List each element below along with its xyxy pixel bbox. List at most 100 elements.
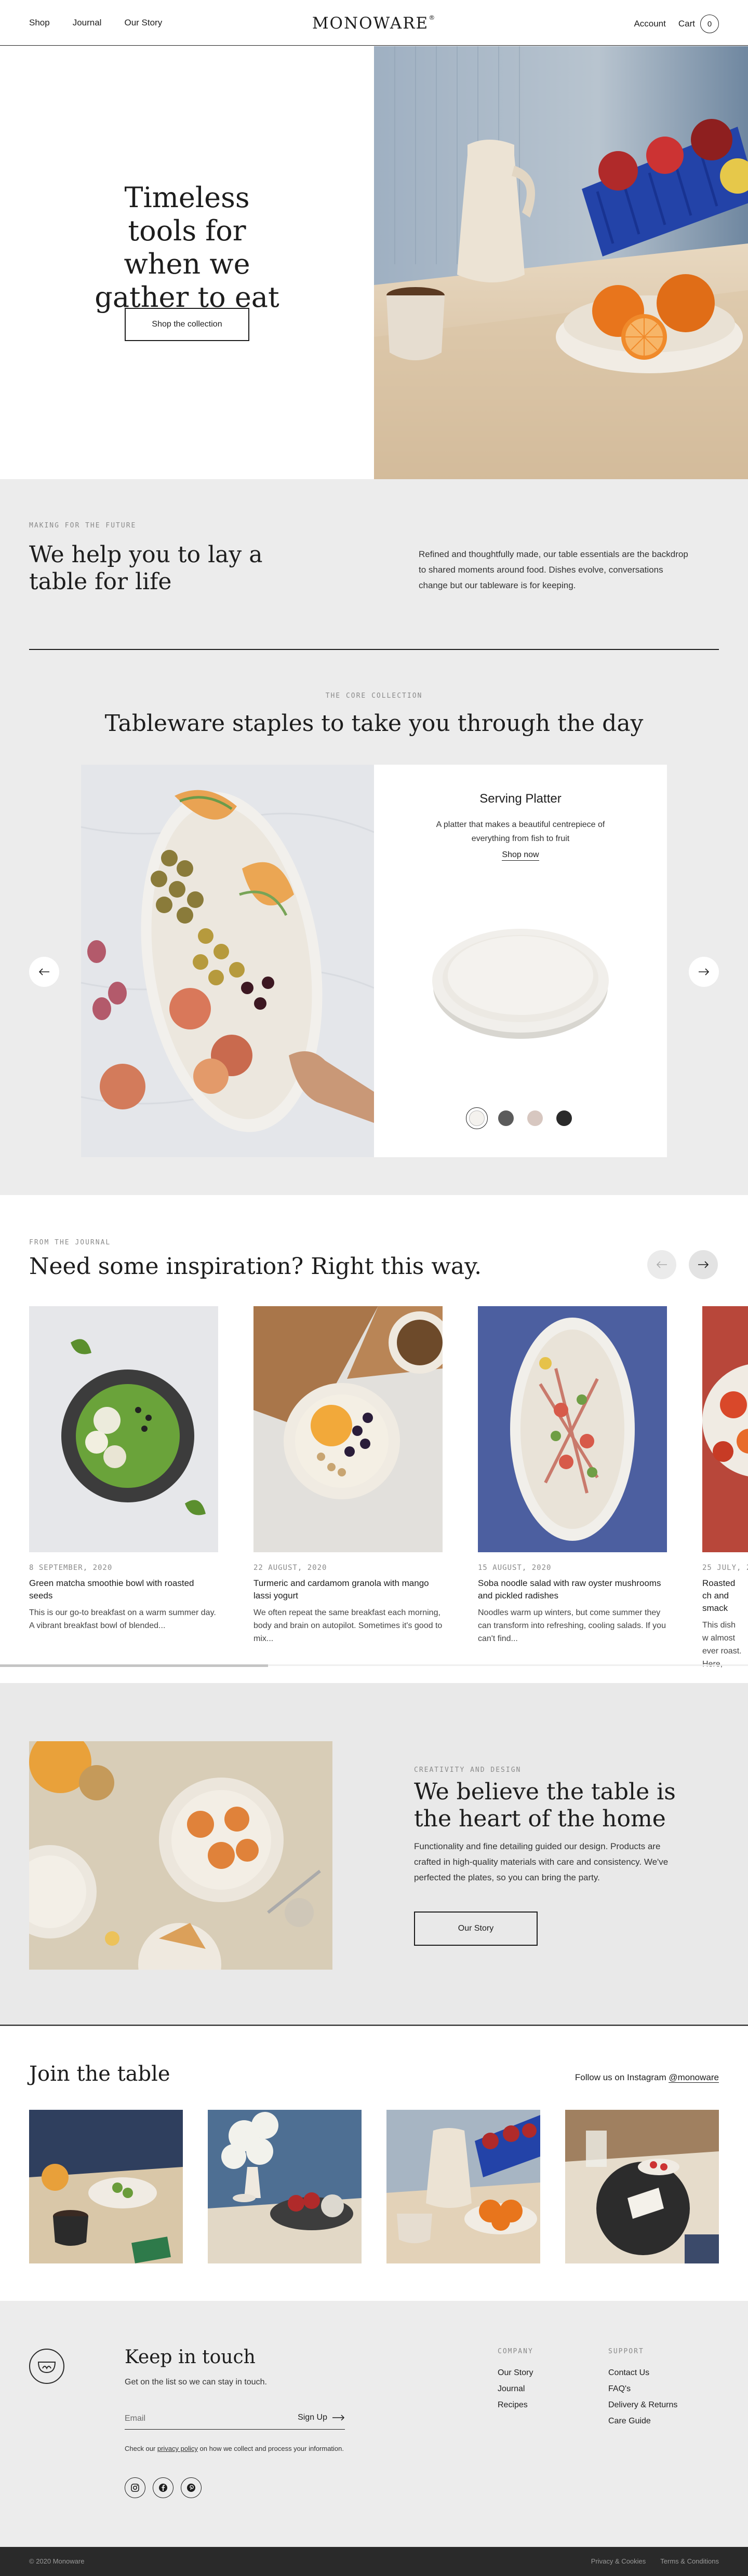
believe-eyebrow: CREATIVITY AND DESIGN: [414, 1766, 522, 1774]
email-input[interactable]: [125, 2411, 280, 2426]
company-column-title: COMPANY: [498, 2348, 533, 2355]
hero-section: Timeless tools for when we gather to eat…: [0, 46, 748, 479]
account-link[interactable]: Account: [634, 19, 665, 29]
shop-now-link[interactable]: Shop now: [374, 850, 667, 861]
sign-up-button[interactable]: Sign Up: [298, 2413, 345, 2422]
hero-content: Timeless tools for when we gather to eat…: [0, 46, 374, 479]
swatch-option-2[interactable]: [495, 1107, 517, 1129]
article-excerpt: Noodles warm up winters, but come summer…: [478, 1608, 666, 1643]
product-slide-image: [81, 765, 374, 1157]
product-description: A platter that makes a beautiful centrep…: [436, 820, 605, 843]
support-column-title: SUPPORT: [608, 2348, 644, 2355]
roasted-dish-image: [702, 1306, 748, 1552]
instagram-post[interactable]: [565, 2110, 719, 2263]
join-section: Join the table Follow us on Instagram @m…: [0, 2027, 748, 2301]
journal-scrollbar-thumb[interactable]: [0, 1664, 268, 1667]
hero-image: [374, 46, 748, 479]
privacy-suffix: on how we collect and process your infor…: [199, 2445, 344, 2452]
intro-body: Refined and thoughtfully made, our table…: [419, 549, 688, 590]
newsletter-form: Sign Up: [125, 2411, 345, 2430]
arrow-right-icon: [699, 968, 710, 975]
footer-link-recipes[interactable]: Recipes: [498, 2397, 533, 2413]
collection-eyebrow: THE CORE COLLECTION: [325, 692, 423, 700]
instagram-handle-link[interactable]: @monoware: [669, 2072, 719, 2083]
footer-link-care-guide[interactable]: Care Guide: [608, 2413, 677, 2429]
instagram-post[interactable]: [386, 2110, 540, 2263]
shop-now-label: Shop now: [502, 850, 539, 861]
social-links: [125, 2477, 202, 2498]
swatch-option-3[interactable]: [524, 1107, 546, 1129]
collection-title: Tableware staples to take you through th…: [104, 710, 644, 737]
sign-up-label: Sign Up: [298, 2413, 327, 2422]
article-date: 25 JULY, 2: [702, 1564, 748, 1572]
arrow-right-icon: [698, 1261, 709, 1268]
swatch-option-1[interactable]: [466, 1107, 488, 1129]
journal-article-card[interactable]: 15 AUGUST, 2020 Soba noodle salad with r…: [478, 1306, 667, 1645]
journal-prev-button[interactable]: [647, 1250, 676, 1279]
logo-text: MONOWARE: [312, 14, 429, 33]
hero-still-life-image: [374, 46, 748, 479]
article-excerpt: This dish w almost ever roast. Here,: [702, 1621, 742, 1669]
instagram-post[interactable]: [208, 2110, 362, 2263]
cart-link[interactable]: Cart 0: [678, 15, 719, 33]
swatch-color: [527, 1110, 543, 1126]
footer-link-contact-us[interactable]: Contact Us: [608, 2365, 677, 2381]
believe-body: Functionality and fine detailing guided …: [414, 1841, 669, 1882]
article-title: Turmeric and cardamom granola with mango…: [253, 1578, 429, 1601]
privacy-prefix: Check our: [125, 2445, 156, 2452]
instagram-image-cheese: [565, 2110, 719, 2263]
legal-links: Privacy & Cookies Terms & Conditions: [591, 2557, 719, 2565]
journal-next-button[interactable]: [689, 1250, 718, 1279]
instagram-icon: [131, 2484, 139, 2492]
instagram-image-oranges: [386, 2110, 540, 2263]
instagram-post[interactable]: [29, 2110, 183, 2263]
pinterest-button[interactable]: [181, 2477, 202, 2498]
article-thumbnail: [702, 1306, 748, 1552]
privacy-policy-link[interactable]: privacy policy: [157, 2445, 198, 2452]
instagram-button[interactable]: [125, 2477, 145, 2498]
journal-article-card[interactable]: 8 SEPTEMBER, 2020 Green matcha smoothie …: [29, 1306, 218, 1632]
article-title: Roasted ch and smack: [702, 1578, 736, 1613]
swatch-color: [469, 1110, 485, 1126]
terms-conditions-link[interactable]: Terms & Conditions: [660, 2557, 719, 2565]
intro-eyebrow: MAKING FOR THE FUTURE: [29, 522, 137, 530]
table-spread-image: [29, 1741, 332, 1970]
swatch-option-4[interactable]: [553, 1107, 575, 1129]
carousel-next-button[interactable]: [689, 957, 719, 987]
footer-link-faqs[interactable]: FAQ's: [608, 2381, 677, 2397]
section-divider: [0, 2025, 748, 2026]
swatch-color: [498, 1110, 514, 1126]
section-divider: [29, 649, 719, 650]
footer-company-column: COMPANY Our Story Journal Recipes: [498, 2348, 533, 2413]
facebook-button[interactable]: [153, 2477, 173, 2498]
journal-eyebrow: FROM THE JOURNAL: [29, 1239, 111, 1246]
site-footer: Keep in touch Get on the list so we can …: [0, 2301, 748, 2547]
copyright: © 2020 Monoware: [29, 2557, 85, 2565]
pinterest-icon: [187, 2484, 195, 2492]
our-story-button[interactable]: Our Story: [414, 1911, 538, 1946]
article-date: 15 AUGUST, 2020: [478, 1564, 552, 1572]
article-excerpt: We often repeat the same breakfast each …: [253, 1608, 443, 1643]
article-thumbnail: [478, 1306, 667, 1552]
fruit-platter-image: [81, 765, 374, 1157]
color-swatches: [374, 1107, 667, 1129]
privacy-cookies-link[interactable]: Privacy & Cookies: [591, 2557, 646, 2565]
journal-article-card[interactable]: 25 JULY, 2 Roasted ch and smack This dis…: [702, 1306, 748, 1671]
carousel-prev-button[interactable]: [29, 957, 59, 987]
footer-link-journal[interactable]: Journal: [498, 2381, 533, 2397]
cart-count-badge: 0: [700, 15, 719, 33]
newsletter-subtitle: Get on the list so we can stay in touch.: [125, 2378, 267, 2387]
shop-collection-button[interactable]: Shop the collection: [125, 308, 249, 341]
bottom-bar: © 2020 Monoware Privacy & Cookies Terms …: [0, 2547, 748, 2576]
footer-link-our-story[interactable]: Our Story: [498, 2365, 533, 2381]
brunch-table-image: [29, 1741, 332, 1970]
logo-mark: ®: [429, 14, 436, 21]
account-nav: Account Cart 0: [634, 15, 719, 33]
journal-article-card[interactable]: 22 AUGUST, 2020 Turmeric and cardamom gr…: [253, 1306, 443, 1645]
instagram-follow: Follow us on Instagram @monoware: [575, 2072, 719, 2083]
arrow-left-icon: [38, 968, 49, 975]
footer-support-column: SUPPORT Contact Us FAQ's Delivery & Retu…: [608, 2348, 677, 2429]
believe-title: We believe the table is the heart of the…: [414, 1779, 676, 1832]
arrow-left-icon: [656, 1261, 667, 1268]
footer-link-delivery-returns[interactable]: Delivery & Returns: [608, 2397, 677, 2413]
